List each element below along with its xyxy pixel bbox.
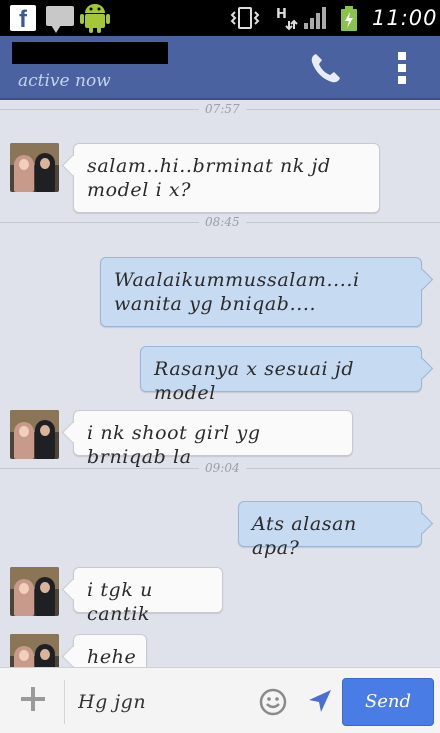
- phone-icon[interactable]: [309, 51, 343, 85]
- time-divider-label: 08:45: [199, 215, 246, 229]
- status-bar: f H 11:00: [0, 0, 440, 36]
- time-divider-label: 09:04: [199, 461, 246, 475]
- contact-avatar[interactable]: [10, 567, 59, 616]
- plus-icon[interactable]: [18, 684, 48, 714]
- outgoing-message-bubble[interactable]: Ats alasan apa?: [238, 501, 422, 559]
- battery-charging-icon: [341, 6, 357, 31]
- svg-text:H: H: [276, 7, 287, 22]
- message-composer: Send: [0, 667, 440, 733]
- incoming-message-bubble[interactable]: i nk shoot girl yg brniqab la: [73, 410, 353, 468]
- signal-strength-icon: [304, 7, 326, 29]
- conversation-header: active now: [0, 36, 440, 100]
- chat-notification-icon: [46, 6, 74, 33]
- android-icon: [80, 4, 110, 33]
- incoming-message-bubble[interactable]: salam..hi..brminat nk jd model i x?: [73, 143, 380, 213]
- presence-status: active now: [18, 71, 111, 91]
- contact-avatar[interactable]: [10, 410, 59, 459]
- vibrate-icon: [230, 7, 260, 29]
- overflow-menu-icon[interactable]: [392, 52, 412, 84]
- contact-name-redacted: [12, 42, 168, 64]
- incoming-message-bubble[interactable]: i tgk u cantik: [73, 567, 223, 625]
- message-input[interactable]: [78, 680, 248, 724]
- outgoing-message-bubble[interactable]: Waalaikummussalam....i wanita yg bniqab.…: [100, 257, 422, 327]
- clock: 11:00: [372, 6, 438, 30]
- time-divider-label: 07:57: [199, 102, 246, 116]
- smiley-icon[interactable]: [258, 687, 288, 717]
- facebook-notification-icon: f: [10, 5, 36, 33]
- outgoing-message-bubble[interactable]: Rasanya x sesuai jd model: [140, 346, 422, 404]
- divider: [64, 680, 65, 724]
- contact-avatar[interactable]: [10, 143, 59, 192]
- contact-avatar[interactable]: [10, 634, 59, 667]
- hspa-data-icon: H: [276, 7, 298, 31]
- send-button[interactable]: Send: [342, 678, 434, 726]
- incoming-message-bubble[interactable]: hehe: [73, 634, 147, 667]
- message-thread[interactable]: 07:57 salam..hi..brminat nk jd model i x…: [0, 100, 440, 667]
- location-arrow-icon[interactable]: [306, 687, 334, 715]
